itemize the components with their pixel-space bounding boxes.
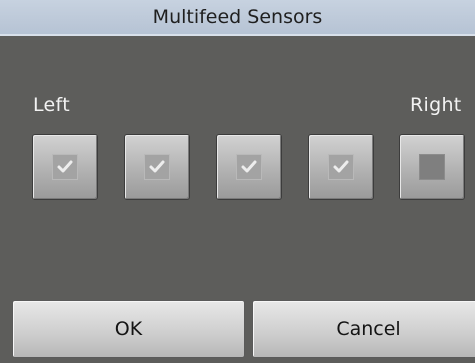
- sensor-toggle-1[interactable]: [32, 134, 98, 200]
- checkbox-unchecked: [419, 154, 445, 180]
- cancel-button[interactable]: Cancel: [252, 300, 475, 358]
- left-label: Left: [33, 94, 70, 116]
- sensor-toggle-3[interactable]: [216, 134, 282, 200]
- checkbox-checked: [144, 154, 170, 180]
- multifeed-sensors-dialog: Multifeed Sensors Left Right OK Cancel: [0, 0, 475, 363]
- sensor-toggle-4[interactable]: [308, 134, 374, 200]
- checkbox-checked: [328, 154, 354, 180]
- checkmark-icon: [241, 160, 257, 173]
- checkmark-icon: [149, 160, 165, 173]
- checkmark-icon: [333, 160, 349, 173]
- sensor-toggle-2[interactable]: [124, 134, 190, 200]
- checkmark-icon: [57, 160, 73, 173]
- right-label: Right: [410, 94, 462, 116]
- ok-button[interactable]: OK: [12, 300, 245, 358]
- checkbox-checked: [236, 154, 262, 180]
- sensor-toggle-5[interactable]: [399, 134, 465, 200]
- dialog-title: Multifeed Sensors: [0, 0, 475, 36]
- checkbox-checked: [52, 154, 78, 180]
